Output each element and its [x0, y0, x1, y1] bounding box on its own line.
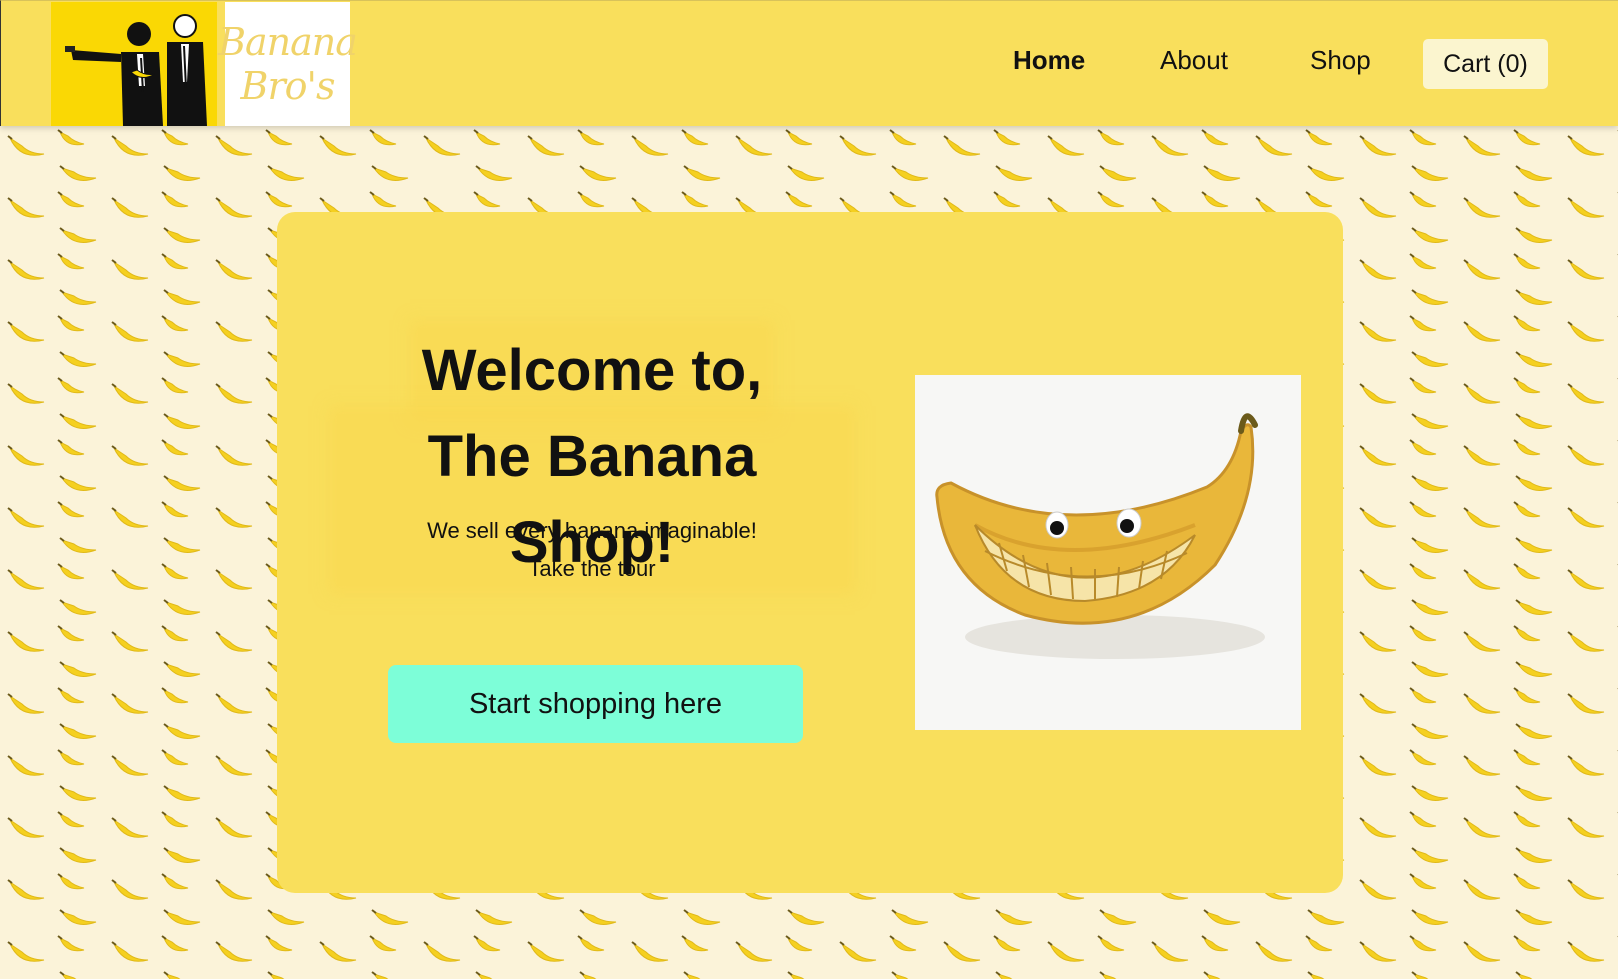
nav-shop-link[interactable]: Shop	[1310, 45, 1371, 76]
site-header: Banana Bro's Home About Shop Cart (0)	[0, 0, 1618, 126]
logo-wordmark[interactable]: Banana Bro's	[218, 2, 358, 126]
start-shopping-button[interactable]: Start shopping here	[388, 665, 803, 743]
hero-subtitle: We sell every banana imaginable! Take th…	[337, 512, 847, 588]
hero-subtitle-line-1: We sell every banana imaginable!	[427, 518, 757, 543]
nav-about-link[interactable]: About	[1160, 45, 1228, 76]
hero-title-line-1: Welcome to,	[417, 328, 767, 414]
logo-line-1: Banana	[218, 20, 358, 64]
nav-home-link[interactable]: Home	[1013, 45, 1085, 76]
cart-button[interactable]: Cart (0)	[1423, 39, 1548, 89]
smiling-banana-icon	[915, 375, 1301, 730]
two-figures-logo-icon	[51, 2, 217, 126]
hero-card: Welcome to, The Banana Shop! We sell eve…	[277, 212, 1343, 893]
hero-subtitle-line-2: Take the tour	[528, 556, 656, 581]
logo-illustration[interactable]	[51, 2, 217, 126]
logo-line-2: Bro's	[240, 64, 336, 108]
hero-image	[915, 375, 1301, 730]
